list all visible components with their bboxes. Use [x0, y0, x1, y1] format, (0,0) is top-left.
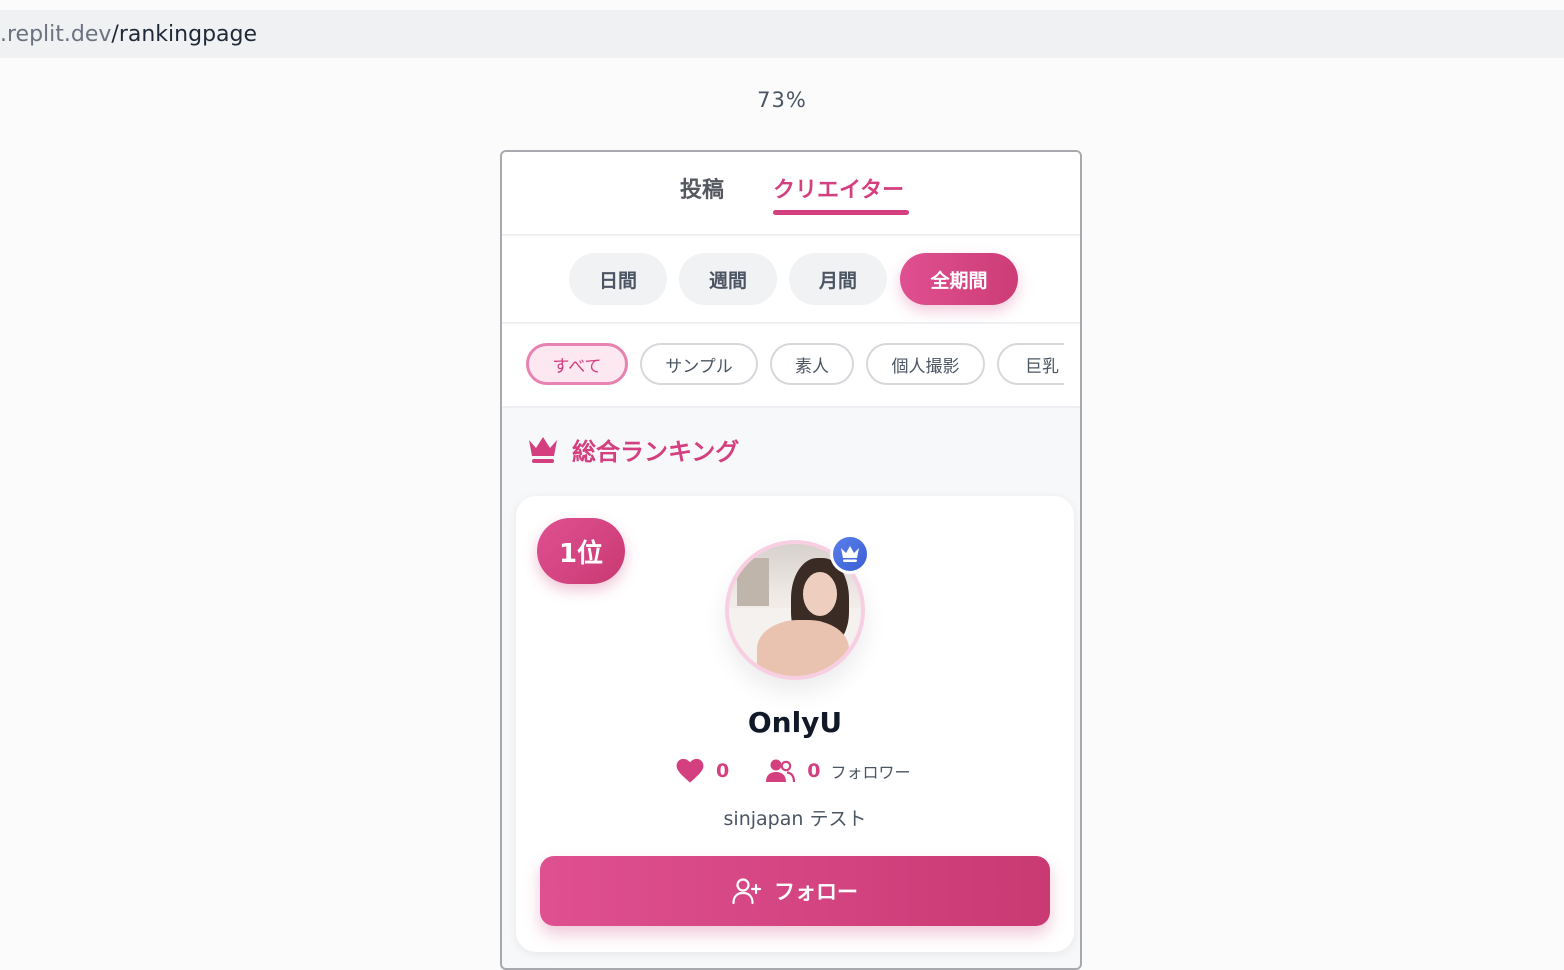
creator-card: 1位 OnlyU 0 0 フォロワー sinjapan テスト フォロー	[516, 496, 1074, 952]
url-host: .replit.dev	[0, 21, 112, 47]
category-chip-all[interactable]: すべて	[526, 343, 628, 385]
category-chip-amateur[interactable]: 素人	[770, 343, 854, 385]
follow-button-label: フォロー	[774, 880, 858, 904]
period-filter: 日間 週間 月間 全期間	[502, 236, 1080, 324]
category-chip-personal[interactable]: 個人撮影	[866, 343, 985, 385]
period-daily-button[interactable]: 日間	[569, 253, 667, 305]
category-filter: すべて サンプル 素人 個人撮影 巨乳	[502, 324, 1080, 408]
followers-icon	[766, 759, 796, 783]
url-path: /rankingpage	[111, 21, 258, 47]
zoom-level: 73%	[757, 88, 807, 112]
creator-name: OnlyU	[747, 706, 843, 739]
creator-stats: 0 0 フォロワー	[676, 756, 910, 786]
followers-label: フォロワー	[830, 763, 911, 782]
creator-description: sinjapan テスト	[723, 808, 867, 830]
category-chip-sample[interactable]: サンプル	[640, 343, 758, 385]
likes-count: 0	[716, 760, 730, 782]
active-tab-indicator	[773, 210, 909, 215]
ranking-tabs: 投稿 クリエイター	[502, 152, 1080, 236]
period-monthly-button[interactable]: 月間	[789, 253, 887, 305]
ranking-page: 投稿 クリエイター 日間 週間 月間 全期間 すべて サンプル 素人 個人撮影 …	[500, 150, 1082, 970]
address-bar[interactable]: .replit.dev/rankingpage	[0, 10, 1564, 58]
crown-icon	[841, 546, 859, 562]
follow-button[interactable]: フォロー	[540, 856, 1050, 926]
category-chip-busty[interactable]: 巨乳	[997, 343, 1064, 385]
user-plus-icon	[732, 878, 762, 905]
top-rank-crown-badge	[830, 534, 870, 574]
heart-icon	[676, 758, 704, 783]
crown-icon	[529, 436, 557, 463]
followers-count: 0	[807, 760, 821, 782]
section-title-text: 総合ランキング	[572, 438, 740, 466]
section-title: 総合ランキング	[526, 432, 739, 467]
period-all-button[interactable]: 全期間	[900, 253, 1018, 305]
period-weekly-button[interactable]: 週間	[679, 253, 777, 305]
tab-posts[interactable]: 投稿	[680, 172, 724, 204]
tab-creators[interactable]: クリエイター	[773, 172, 904, 204]
rank-badge: 1位	[537, 518, 625, 584]
